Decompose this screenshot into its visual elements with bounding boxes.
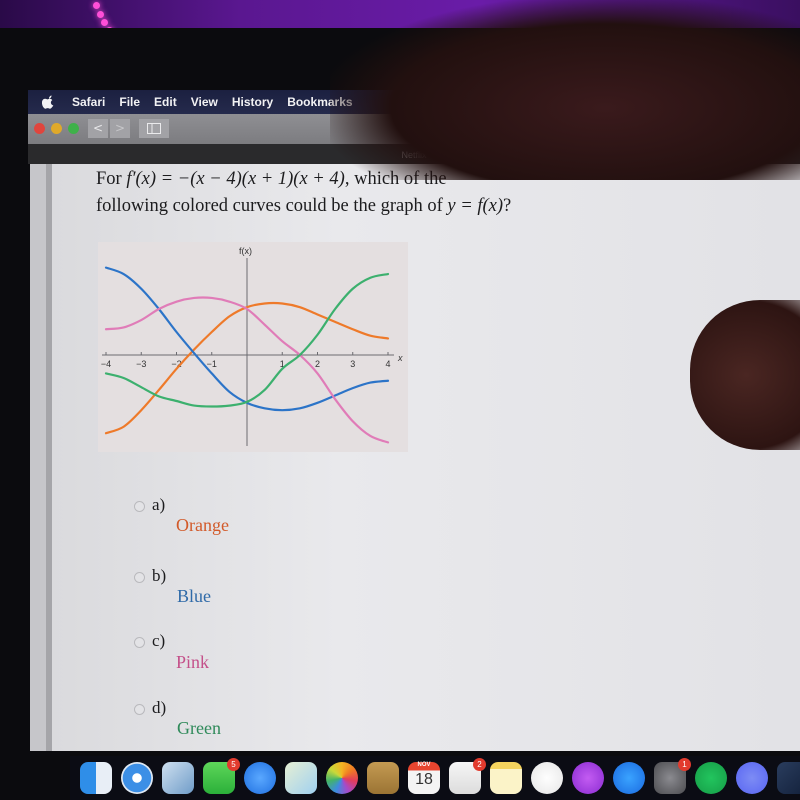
option-letter: c) <box>152 631 166 650</box>
dock-maps-icon[interactable] <box>285 762 317 794</box>
sidebar-icon <box>147 123 161 134</box>
minimize-window-button[interactable] <box>51 123 62 134</box>
zoom-window-button[interactable] <box>68 123 79 134</box>
option-label-blue: Blue <box>177 586 211 606</box>
dock-contacts-icon[interactable] <box>367 762 399 794</box>
radio-option-b[interactable] <box>134 572 145 583</box>
x-tick-label: 3 <box>350 359 355 369</box>
led-light <box>101 19 108 26</box>
forward-button[interactable]: > <box>110 119 130 138</box>
radio-option-a[interactable] <box>134 501 145 512</box>
menu-edit[interactable]: Edit <box>154 95 177 109</box>
dock-music-icon[interactable] <box>531 762 563 794</box>
dock-finder-icon[interactable] <box>80 762 112 794</box>
dock-system-preferences-icon[interactable]: 1 <box>654 758 691 794</box>
calendar-month: NOV <box>417 762 431 768</box>
question-target: y = f(x) <box>447 196 504 216</box>
option-letter: a) <box>152 495 166 514</box>
close-window-button[interactable] <box>34 123 45 134</box>
page-left-edge-shadow <box>46 164 52 751</box>
dock-messages-icon[interactable] <box>244 762 276 794</box>
x-tick-label: −3 <box>136 359 146 369</box>
menu-file[interactable]: File <box>119 95 140 109</box>
menu-view[interactable]: View <box>191 95 218 109</box>
dock-safari-icon[interactable] <box>121 762 153 794</box>
led-light <box>93 2 100 9</box>
web-page-content: For f′(x) = −(x − 4)(x + 1)(x + 4), whic… <box>30 164 800 751</box>
calendar-day: 18 <box>415 771 433 788</box>
option-label-green: Green <box>177 718 221 738</box>
chart-svg: f(x)x−4 −3 −2 −1 1 2 3 4 <box>101 246 403 446</box>
x-axis-label: x <box>397 353 403 363</box>
notification-badge: 5 <box>227 758 240 771</box>
x-tick-label: −4 <box>101 359 111 369</box>
dock: 5 NOV 18 2 1 <box>70 756 800 800</box>
menu-history[interactable]: History <box>232 95 273 109</box>
sidebar-toggle-button[interactable] <box>139 119 169 138</box>
option-letter: b) <box>152 566 167 585</box>
radio-option-d[interactable] <box>134 704 145 715</box>
apple-menu-icon[interactable] <box>42 95 54 109</box>
y-axis-label: f(x) <box>239 246 252 256</box>
notification-badge: 1 <box>678 758 691 771</box>
back-button[interactable]: < <box>88 119 108 138</box>
dock-facetime-icon[interactable]: 5 <box>203 758 240 794</box>
dock-steam-icon[interactable] <box>777 762 800 794</box>
dock-reminders-icon[interactable]: 2 <box>449 758 486 794</box>
question-end: ? <box>503 196 512 216</box>
radio-option-c[interactable] <box>134 637 145 648</box>
dock-calendar-icon[interactable]: NOV 18 <box>408 762 440 794</box>
function-graph: f(x) x −4 −3 −2 −1 1 2 3 4 <box>98 242 408 452</box>
dock-spotify-icon[interactable] <box>695 762 727 794</box>
notification-badge: 2 <box>473 758 486 771</box>
dock-photos-icon[interactable] <box>326 762 358 794</box>
hand-occlusion <box>330 0 800 180</box>
option-letter: d) <box>152 698 167 717</box>
question-function: f′(x) = −(x − 4)(x + 1)(x + 4) <box>126 169 345 189</box>
dock-discord-icon[interactable] <box>736 762 768 794</box>
option-label-orange: Orange <box>176 515 229 535</box>
question-prefix: For <box>96 169 127 189</box>
page-left-edge <box>30 164 46 751</box>
dock-app-store-icon[interactable] <box>613 762 645 794</box>
x-tick-label: −1 <box>207 359 217 369</box>
question-line2: following colored curves could be the gr… <box>96 196 448 216</box>
dock-notes-icon[interactable] <box>490 762 522 794</box>
dock-podcasts-icon[interactable] <box>572 762 604 794</box>
led-light <box>97 11 104 18</box>
dock-mail-icon[interactable] <box>162 762 194 794</box>
x-tick-label: 2 <box>315 359 320 369</box>
x-tick-label: 4 <box>385 359 390 369</box>
menu-app-safari[interactable]: Safari <box>72 95 105 109</box>
option-label-pink: Pink <box>176 652 210 672</box>
